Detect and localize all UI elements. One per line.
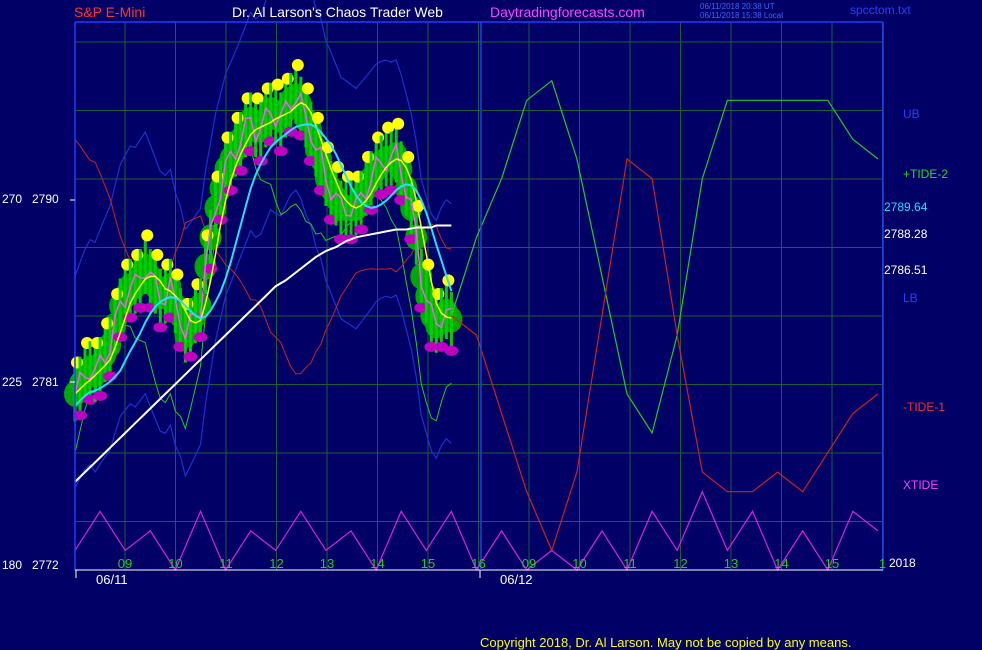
x-tick-label: 12	[673, 556, 687, 571]
right-label-ma-slow: 2788.28	[884, 227, 928, 241]
series--tide-1	[451, 157, 879, 553]
right-label-ma-mid: 2789.64	[884, 200, 928, 214]
high-marker	[141, 229, 154, 242]
price-plot	[64, 59, 463, 483]
band-lines	[74, 0, 452, 489]
y-label-osc-0: 270	[2, 192, 23, 206]
low-marker	[93, 390, 108, 401]
y-label-price-1: 2781	[32, 375, 59, 389]
x-tick-label: 10	[572, 556, 586, 571]
site-link[interactable]: Daytradingforecasts.com	[490, 4, 645, 20]
x-tick-label: 15	[825, 556, 839, 571]
lower-band	[74, 189, 452, 489]
x-tick-label: 12	[269, 556, 283, 571]
right-label-year: 2018	[889, 556, 916, 570]
low-marker	[354, 224, 369, 235]
chart-title: S&P E-Mini	[74, 4, 146, 20]
y-label-osc-1: 225	[2, 375, 23, 389]
low-marker	[223, 185, 238, 196]
copyright: Copyright 2018, Dr. Al Larson. May not b…	[480, 635, 852, 650]
right-label-xtide: XTIDE	[903, 478, 939, 492]
right-label-tide-plus: +TIDE-2	[903, 167, 949, 181]
high-marker	[271, 78, 284, 91]
y-label-price-2: 2772	[32, 558, 59, 572]
low-marker	[183, 351, 198, 362]
file-name: spcctom.txt	[850, 3, 911, 17]
x-tick-label: 13	[724, 556, 738, 571]
date-label: 06/12	[500, 572, 533, 587]
right-label-tide-minus: -TIDE-1	[903, 400, 945, 414]
x-tick-label: 13	[320, 556, 334, 571]
date-label: 06/11	[96, 572, 128, 587]
x-tick-label: 09	[522, 556, 536, 571]
x-tick-label: 14	[370, 556, 384, 571]
high-marker	[392, 117, 405, 130]
low-marker	[444, 345, 459, 356]
x-tick-label: 09	[118, 556, 132, 571]
timestamp-local: 06/11/2018 15:38 Local	[700, 11, 784, 20]
high-marker	[151, 248, 164, 261]
low-marker	[193, 332, 208, 343]
x-tick-label: 11	[623, 556, 637, 571]
y-label-price-0: 2790	[32, 192, 59, 206]
high-marker	[301, 82, 314, 95]
high-marker	[402, 151, 415, 164]
high-marker	[291, 59, 304, 72]
author-title: Dr. Al Larson's Chaos Trader Web	[232, 4, 443, 20]
low-marker	[153, 322, 168, 333]
x-tick-label: 14	[774, 556, 788, 571]
x-tick-label: 11	[219, 556, 233, 571]
right-label-price: 2786.51	[884, 263, 928, 277]
low-marker	[273, 146, 288, 157]
right-label-lb: LB	[903, 291, 918, 305]
timestamp-utc: 06/11/2018 20:38 UT	[700, 2, 775, 11]
x-tick-label: 10	[168, 556, 182, 571]
axis-labels: 09 10 11 12 13 14 15 16 09 10 11 12 13 14 15 1 06/11 06/1…	[96, 556, 886, 587]
high-marker	[171, 268, 184, 281]
y-label-osc-2: 180	[2, 558, 23, 572]
x-tick-label: 15	[421, 556, 435, 571]
x-tick-label: 1	[879, 556, 886, 571]
right-label-ub: UB	[903, 107, 920, 121]
chart-canvas: 09 10 11 12 13 14 15 16 09 10 11 12 13 14 15 1 06/11 06/1…	[64, 0, 886, 587]
x-tick-label: 16	[471, 556, 485, 571]
